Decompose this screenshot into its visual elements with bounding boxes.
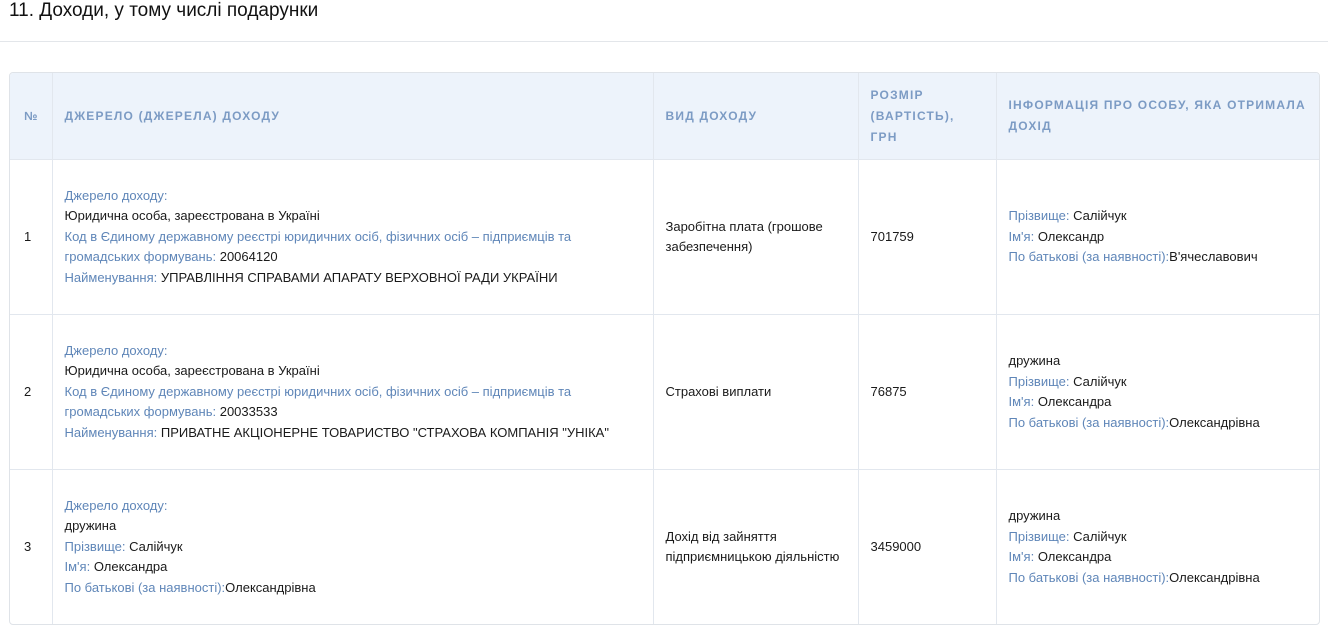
person-cell: Прізвище: Салійчук Ім'я: Олександр По ба… xyxy=(996,159,1319,315)
first-name-label: Ім'я: xyxy=(1008,228,1035,244)
first-name-label: Ім'я: xyxy=(1008,394,1035,409)
code-value: 20064120 xyxy=(219,249,278,265)
income-table: № Джерело (джерела) доходу Вид доходу Ро… xyxy=(9,72,1320,625)
first-name: Олександра xyxy=(1037,394,1112,409)
patronymic: Олександрівна xyxy=(1169,414,1260,430)
source-relation: дружина xyxy=(64,518,117,534)
relation: дружина xyxy=(1008,508,1061,523)
code-label: Код в Єдиному державному реєстрі юридичн… xyxy=(64,228,572,265)
code-value: 20033533 xyxy=(219,404,278,420)
first-name-label: Ім'я: xyxy=(64,559,91,575)
person-cell: дружина Прізвище: Салійчук Ім'я: Олексан… xyxy=(996,314,1319,470)
surname-label: Прізвище: xyxy=(1008,208,1070,224)
section-title: 11. Доходи, у тому числі подарунки xyxy=(9,0,319,21)
relation: дружина xyxy=(1008,353,1061,368)
surname-label: Прізвище: xyxy=(1008,528,1070,544)
surname: Салійчук xyxy=(1073,208,1127,224)
row-number: 3 xyxy=(10,469,53,624)
table-header-row: № Джерело (джерела) доходу Вид доходу Ро… xyxy=(10,73,1319,160)
first-name-label: Ім'я: xyxy=(1008,549,1035,564)
patronymic: Олександрівна xyxy=(225,579,316,595)
amount: 3459000 xyxy=(858,469,997,624)
header-source: Джерело (джерела) доходу xyxy=(52,73,654,160)
header-number: № xyxy=(10,73,53,160)
surname-label: Прізвище: xyxy=(1008,373,1070,389)
table-row: 2 Джерело доходу: Юридична особа, зареєс… xyxy=(10,314,1319,470)
source-cell: Джерело доходу: дружина Прізвище: Салійч… xyxy=(52,469,654,624)
table-row: 3 Джерело доходу: дружина Прізвище: Салі… xyxy=(10,469,1319,624)
row-number: 2 xyxy=(10,314,53,470)
person-cell: дружина Прізвище: Салійчук Ім'я: Олексан… xyxy=(996,469,1319,624)
patronymic-label: По батькові (за наявності): xyxy=(1008,414,1170,430)
first-name: Олександра xyxy=(93,559,168,575)
surname: Салійчук xyxy=(1073,373,1127,389)
patronymic: В'ячеславович xyxy=(1169,249,1258,265)
source-kind: Юридична особа, зареєстрована в Україні xyxy=(64,208,320,224)
name-label: Найменування: xyxy=(64,269,158,285)
income-type: Заробітна плата (грошове забезпечення) xyxy=(653,159,859,315)
name-value: ПРИВАТНЕ АКЦІОНЕРНЕ ТОВАРИСТВО "СТРАХОВА… xyxy=(160,424,609,440)
amount: 76875 xyxy=(858,314,997,470)
patronymic: Олександрівна xyxy=(1169,569,1260,585)
source-kind: Юридична особа, зареєстрована в Україні xyxy=(64,363,320,379)
name-value: УПРАВЛІННЯ СПРАВАМИ АПАРАТУ ВЕРХОВНОЇ РА… xyxy=(160,269,558,285)
header-amount: Розмір (вартість), грн xyxy=(858,73,997,160)
source-label: Джерело доходу: xyxy=(64,497,168,513)
header-type: Вид доходу xyxy=(653,73,859,160)
source-label: Джерело доходу: xyxy=(64,342,168,358)
patronymic-label: По батькові (за наявності): xyxy=(1008,249,1170,265)
surname-label: Прізвище: xyxy=(64,538,126,554)
source-label: Джерело доходу: xyxy=(64,187,168,203)
divider xyxy=(0,41,1328,42)
source-cell: Джерело доходу: Юридична особа, зареєстр… xyxy=(52,314,654,470)
table-row: 1 Джерело доходу: Юридична особа, зареєс… xyxy=(10,159,1319,315)
header-person: Інформація про особу, яка отримала дохід xyxy=(996,73,1319,160)
row-number: 1 xyxy=(10,159,53,315)
first-name: Олександра xyxy=(1037,549,1112,564)
code-label: Код в Єдиному державному реєстрі юридичн… xyxy=(64,383,572,420)
source-cell: Джерело доходу: Юридична особа, зареєстр… xyxy=(52,159,654,315)
patronymic-label: По батькові (за наявності): xyxy=(1008,569,1170,585)
first-name: Олександр xyxy=(1037,228,1105,244)
surname: Салійчук xyxy=(129,538,183,554)
name-label: Найменування: xyxy=(64,424,158,440)
amount: 701759 xyxy=(858,159,997,315)
patronymic-label: По батькові (за наявності): xyxy=(64,579,226,595)
income-type: Страхові виплати xyxy=(653,314,859,470)
income-type: Дохід від зайняття підприємницькою діяль… xyxy=(653,469,859,624)
surname: Салійчук xyxy=(1073,528,1127,544)
